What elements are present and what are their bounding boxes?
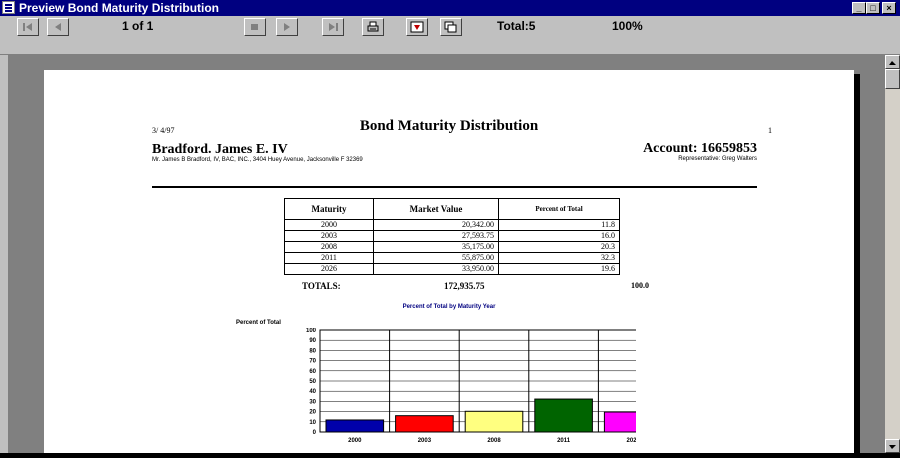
first-page-button[interactable] xyxy=(17,18,39,36)
cell-market-value: 27,593.75 xyxy=(373,230,499,242)
app-icon[interactable] xyxy=(2,1,15,14)
table-row: 2011 55,875.00 32.3 xyxy=(284,252,620,264)
y-tick-label: 0 xyxy=(313,430,317,436)
maturity-table: Maturity Market Value Percent of Total 2… xyxy=(284,198,620,275)
title-bar[interactable]: Preview Bond Maturity Distribution _ □ × xyxy=(0,0,900,16)
scroll-down-button[interactable] xyxy=(885,439,900,453)
y-tick-label: 20 xyxy=(309,410,316,416)
representative: Representative: Greg Walters xyxy=(678,156,757,162)
preview-viewport[interactable]: 3/ 4/97 Bond Maturity Distribution 1 Bra… xyxy=(8,55,885,453)
table-row: 2003 27,593.75 16.0 xyxy=(284,230,620,242)
preview-window: Preview Bond Maturity Distribution _ □ ×… xyxy=(0,0,900,453)
report-page-number: 1 xyxy=(768,126,772,135)
bar xyxy=(464,410,524,433)
bar xyxy=(603,411,636,433)
prev-page-icon xyxy=(55,23,61,31)
cell-percent: 11.8 xyxy=(498,219,620,231)
vertical-scrollbar[interactable] xyxy=(885,55,900,453)
chart-title: Percent of Total by Maturity Year xyxy=(402,304,496,310)
cell-maturity: 2026 xyxy=(284,263,374,275)
totals-percent: 100.0 xyxy=(631,281,649,290)
chart-y-axis-label: Percent of Total xyxy=(236,320,281,326)
x-tick-label: 2008 xyxy=(487,438,501,444)
cell-maturity: 2000 xyxy=(284,219,374,231)
y-tick-label: 80 xyxy=(309,348,316,354)
totals-label: TOTALS: xyxy=(302,281,341,291)
total-count: Total:5 xyxy=(497,19,536,33)
scroll-up-button[interactable] xyxy=(885,55,900,69)
print-icon xyxy=(367,21,379,32)
table-row: 2000 20,342.00 11.8 xyxy=(284,219,620,231)
scroll-up-icon xyxy=(889,61,896,65)
export-icon xyxy=(410,21,424,33)
window-title: Preview Bond Maturity Distribution xyxy=(19,1,220,15)
y-tick-label: 70 xyxy=(309,359,316,365)
y-tick-label: 90 xyxy=(309,338,316,344)
bar xyxy=(534,398,593,433)
stop-icon xyxy=(251,24,258,30)
zoom-button[interactable] xyxy=(440,18,462,36)
zoom-level[interactable]: 100% xyxy=(612,19,643,33)
next-page-button[interactable] xyxy=(276,18,298,36)
cell-maturity: 2003 xyxy=(284,230,374,242)
y-tick-label: 30 xyxy=(309,399,316,405)
bar-chart: 0 10 20 30 40 50 60 70 80 90 100 2000 2003 2008 2011 20… xyxy=(306,328,636,444)
bar xyxy=(395,415,454,433)
x-tick-label: 2000 xyxy=(348,438,362,444)
table-row: 2008 35,175.00 20.3 xyxy=(284,241,620,253)
page-shadow xyxy=(854,74,860,453)
cell-percent: 19.6 xyxy=(498,263,620,275)
header-divider xyxy=(152,186,757,188)
cell-market-value: 55,875.00 xyxy=(373,252,499,264)
report-page: 3/ 4/97 Bond Maturity Distribution 1 Bra… xyxy=(44,70,854,453)
cell-percent: 16.0 xyxy=(498,230,620,242)
maximize-button[interactable]: □ xyxy=(866,2,880,14)
toolbar: 1 of 1 Total:5 100% xyxy=(0,16,900,55)
cell-percent: 32.3 xyxy=(498,252,620,264)
table-row: 2026 33,950.00 19.6 xyxy=(284,263,620,275)
last-page-button[interactable] xyxy=(322,18,344,36)
y-tick-label: 10 xyxy=(309,420,316,426)
scroll-down-icon xyxy=(889,445,896,449)
table-header-row: Maturity Market Value Percent of Total xyxy=(284,198,620,220)
cell-market-value: 20,342.00 xyxy=(373,219,499,231)
report-title: Bond Maturity Distribution xyxy=(359,118,539,134)
col-header-maturity: Maturity xyxy=(284,198,374,220)
minimize-button[interactable]: _ xyxy=(852,2,866,14)
cell-market-value: 33,950.00 xyxy=(373,263,499,275)
y-tick-label: 50 xyxy=(309,379,316,385)
y-tick-label: 100 xyxy=(306,328,317,334)
x-tick-label: 2026 xyxy=(627,438,636,444)
bar xyxy=(325,419,385,433)
y-tick-label: 40 xyxy=(309,389,316,395)
cell-maturity: 2011 xyxy=(284,252,374,264)
client-address: Mr. James B Bradford, IV, BAC, INC., 340… xyxy=(152,157,363,163)
account-number: Account: 16659853 xyxy=(643,141,757,156)
x-tick-label: 2011 xyxy=(557,438,571,444)
scroll-thumb[interactable] xyxy=(885,69,900,89)
cell-maturity: 2008 xyxy=(284,241,374,253)
col-header-market-value: Market Value xyxy=(373,198,499,220)
totals-market-value: 172,935.75 xyxy=(444,281,485,291)
cell-market-value: 35,175.00 xyxy=(373,241,499,253)
export-button[interactable] xyxy=(406,18,428,36)
stop-button[interactable] xyxy=(244,18,266,36)
cell-percent: 20.3 xyxy=(498,241,620,253)
page-indicator: 1 of 1 xyxy=(122,19,154,33)
print-button[interactable] xyxy=(362,18,384,36)
next-page-icon xyxy=(284,23,290,31)
x-tick-label: 2003 xyxy=(418,438,432,444)
prev-page-button[interactable] xyxy=(47,18,69,36)
col-header-percent: Percent of Total xyxy=(498,198,620,220)
y-tick-label: 60 xyxy=(309,369,316,375)
close-button[interactable]: × xyxy=(882,2,896,14)
zoom-icon xyxy=(444,21,457,33)
last-page-icon xyxy=(329,23,338,31)
first-page-icon xyxy=(23,23,32,31)
